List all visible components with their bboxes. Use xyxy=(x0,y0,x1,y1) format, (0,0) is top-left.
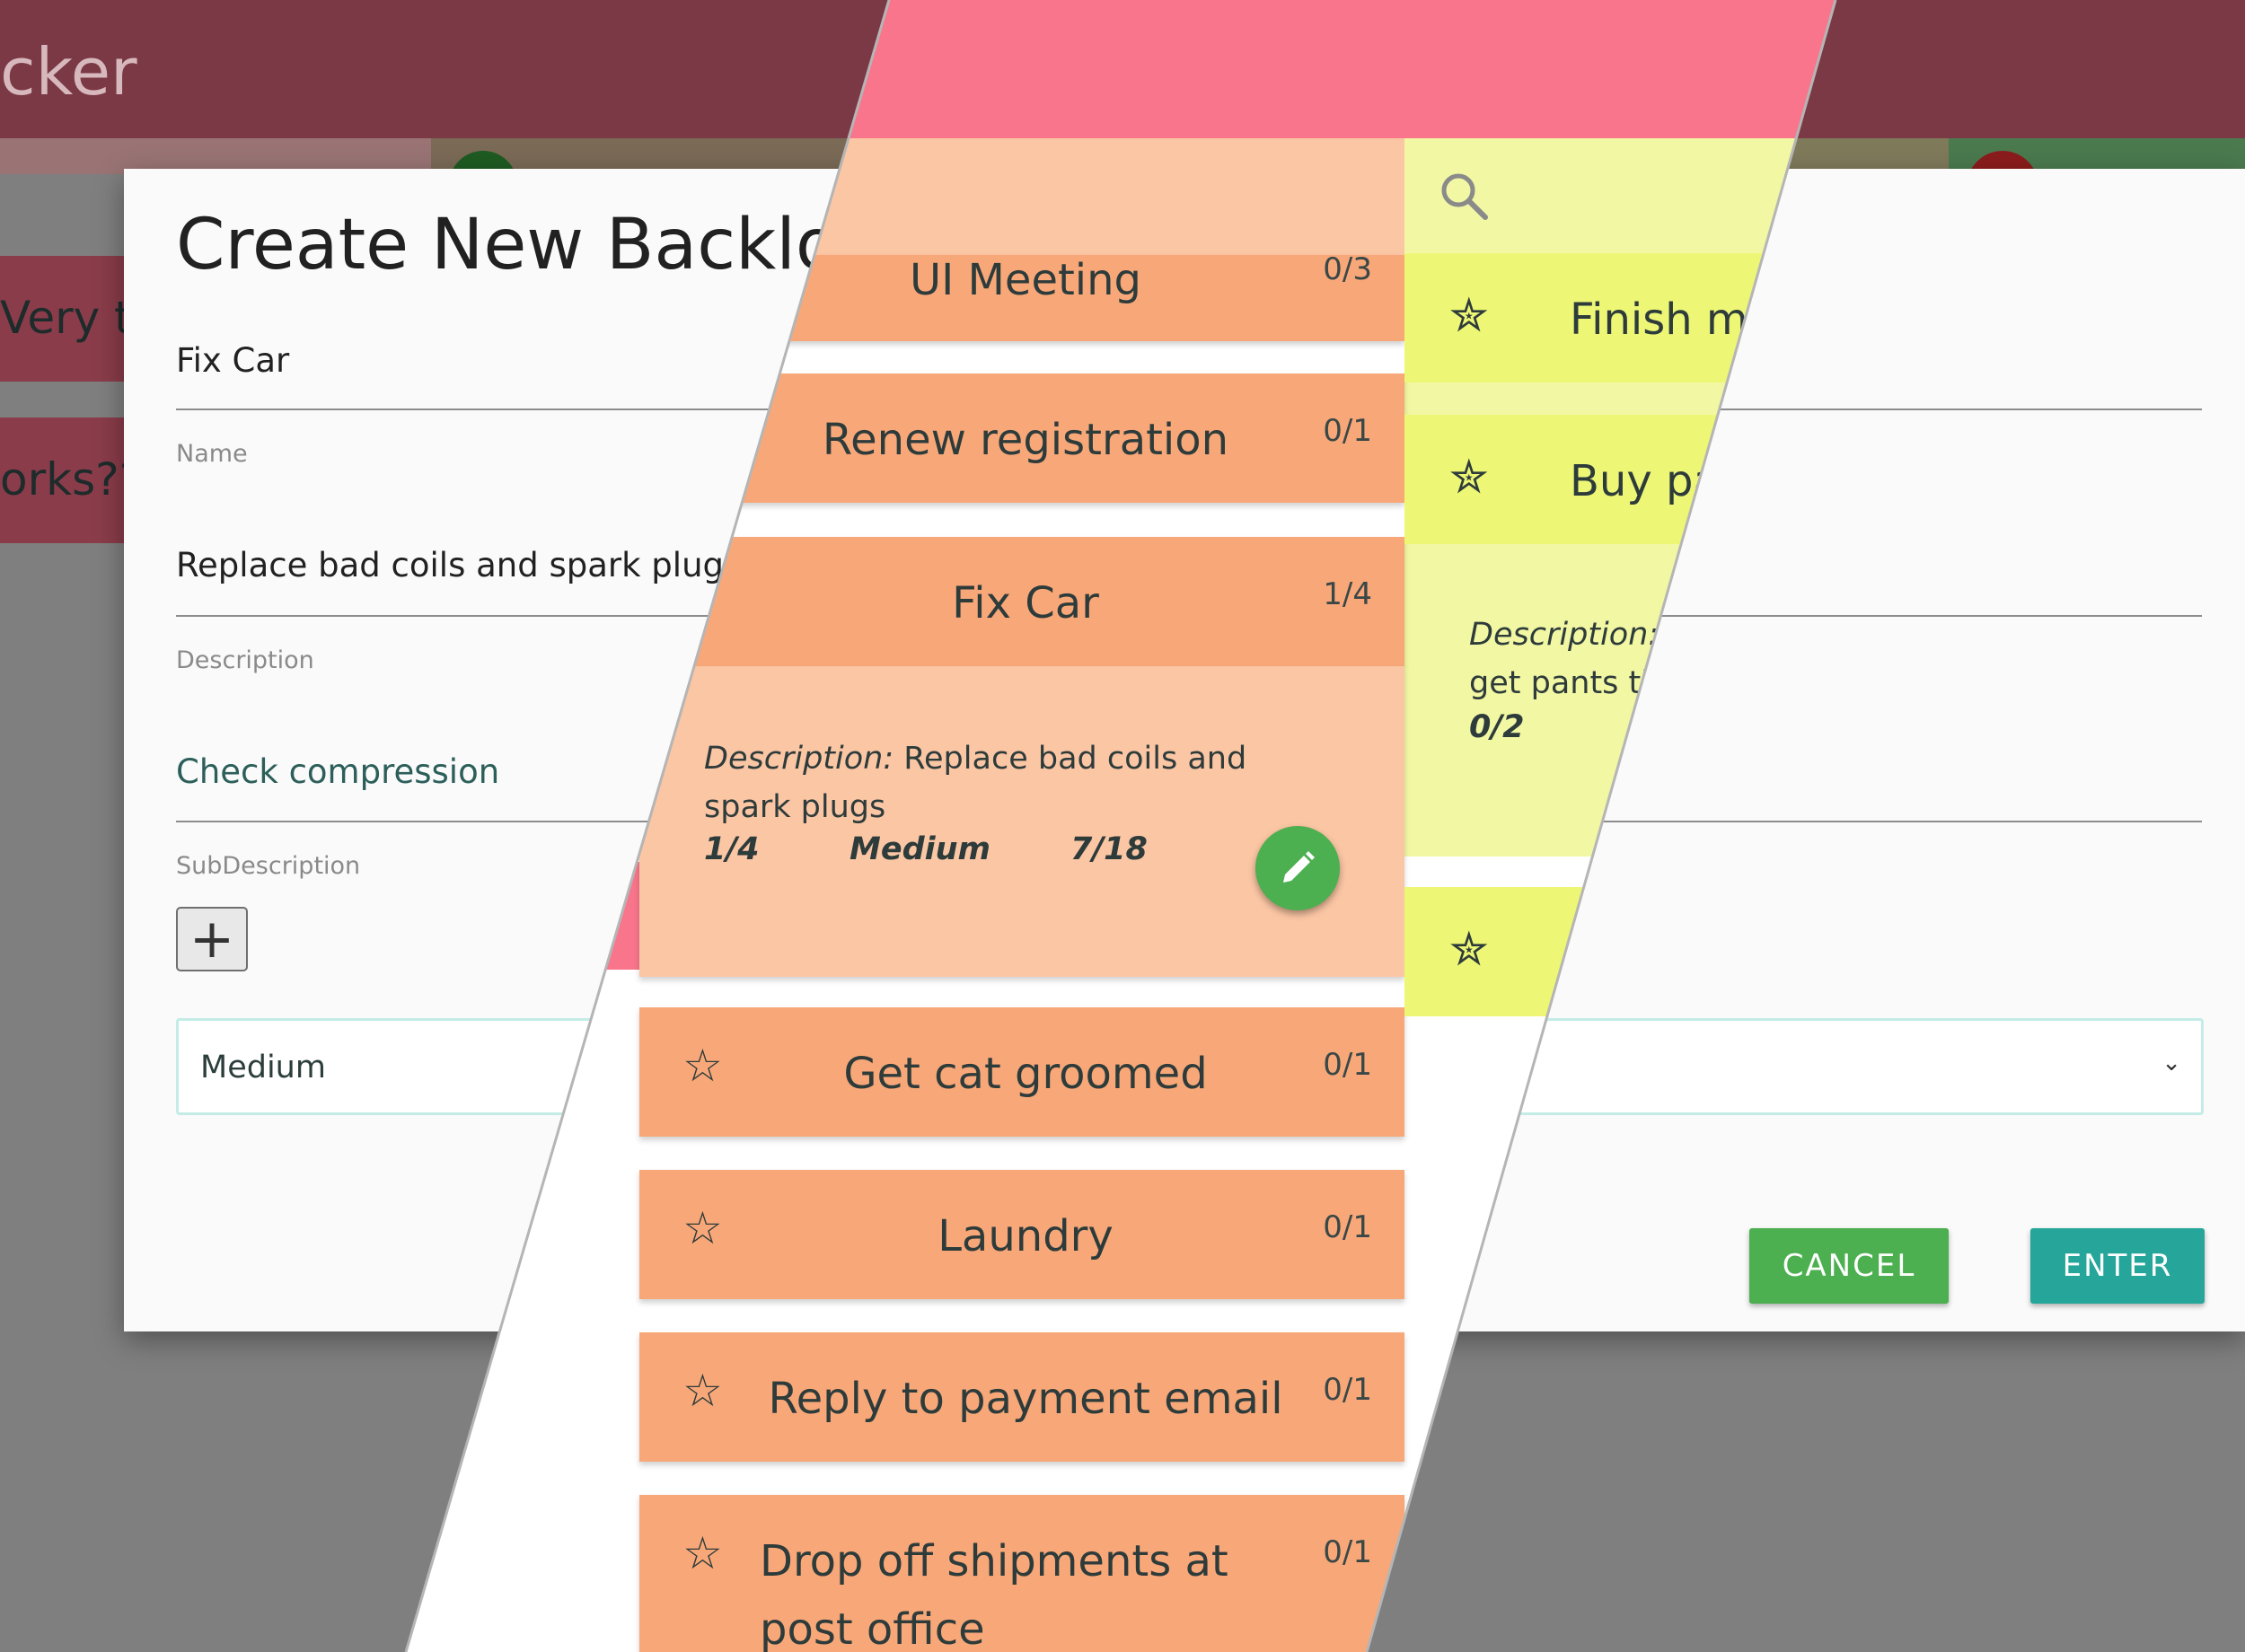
edit-task-button[interactable] xyxy=(1255,826,1340,910)
task-card-reply-to-payment-email[interactable]: ☆ Reply to payment email 0/1 xyxy=(639,1332,1404,1462)
task-count: 0/1 xyxy=(1323,1534,1372,1570)
description-text: get pants th xyxy=(1469,665,1661,701)
task-name: Fix Car xyxy=(952,578,1099,628)
name-label: Name xyxy=(176,440,248,468)
task-count: 0/1 xyxy=(1323,1372,1372,1408)
dialog-title: Create New Backlog xyxy=(176,205,884,286)
add-subdescription-button[interactable]: + xyxy=(176,907,248,971)
star-icon[interactable]: ☆ xyxy=(682,1040,723,1092)
star-icon[interactable]: ☆ xyxy=(682,1365,723,1417)
task-count: 0/3 xyxy=(1323,251,1372,287)
priority-task-description: Description: get pants th xyxy=(1469,611,1660,707)
star-icon[interactable]: ☆ xyxy=(682,1527,723,1579)
task-card-get-cat-groomed[interactable]: ☆ Get cat groomed 0/1 xyxy=(639,1007,1404,1137)
task-count: 0/1 xyxy=(1323,1047,1372,1083)
task-description: Description: Replace bad coils and spark… xyxy=(704,734,1297,831)
task-date: 7/18 xyxy=(1070,831,1148,867)
task-count: 0/1 xyxy=(1323,1209,1372,1245)
search-icon[interactable] xyxy=(1437,169,1491,223)
task-card-laundry[interactable]: ☆ Laundry 0/1 xyxy=(639,1170,1404,1299)
task-name: Renew registration xyxy=(822,415,1229,465)
task-card-fix-car[interactable]: Fix Car 1/4 xyxy=(639,537,1404,666)
task-count: 0/1 xyxy=(1323,413,1372,449)
filled-star-icon[interactable]: ✮ xyxy=(1449,923,1489,977)
task-card-drop-off-shipments[interactable]: ☆ Drop off shipments at post office 0/1 xyxy=(639,1495,1404,1652)
name-field[interactable]: Fix Car xyxy=(176,341,289,380)
subdescription-field[interactable]: Check compression xyxy=(176,752,499,791)
task-name: Reply to payment email xyxy=(768,1374,1283,1424)
description-label: Description: xyxy=(1469,617,1660,653)
pencil-icon xyxy=(1283,851,1315,883)
filled-star-icon[interactable]: ✮ xyxy=(1449,451,1489,505)
task-details-fix-car: Description: Replace bad coils and spark… xyxy=(639,666,1404,977)
description-field[interactable]: Replace bad coils and spark plugs xyxy=(176,546,741,584)
task-count: 1/4 xyxy=(1323,576,1372,612)
screenshot-canvas: cker Very ta orks?? Create New Backlog F… xyxy=(0,0,2245,1652)
enter-button[interactable]: ENTER xyxy=(2030,1228,2205,1304)
task-name: Laundry xyxy=(938,1211,1114,1261)
task-name: Drop off shipments at post office xyxy=(760,1536,1228,1652)
priority-task-progress: 0/2 xyxy=(1469,709,1525,745)
description-label: Description: xyxy=(704,741,894,777)
app-title: cker xyxy=(0,34,137,110)
filled-star-icon[interactable]: ✮ xyxy=(1449,289,1489,343)
subdescription-label: SubDescription xyxy=(176,852,361,880)
description-label: Description xyxy=(176,646,314,674)
task-priority: Medium xyxy=(850,831,991,867)
priority-selected-value: Medium xyxy=(200,1050,326,1085)
task-progress: 1/4 xyxy=(704,831,760,867)
star-icon[interactable]: ☆ xyxy=(682,1202,723,1254)
background-task-label: orks?? xyxy=(0,453,144,505)
chevron-down-icon: ⌄ xyxy=(2161,1050,2181,1076)
task-name: Get cat groomed xyxy=(843,1049,1208,1099)
task-name: UI Meeting xyxy=(909,255,1142,305)
cancel-button[interactable]: CANCEL xyxy=(1749,1228,1949,1304)
